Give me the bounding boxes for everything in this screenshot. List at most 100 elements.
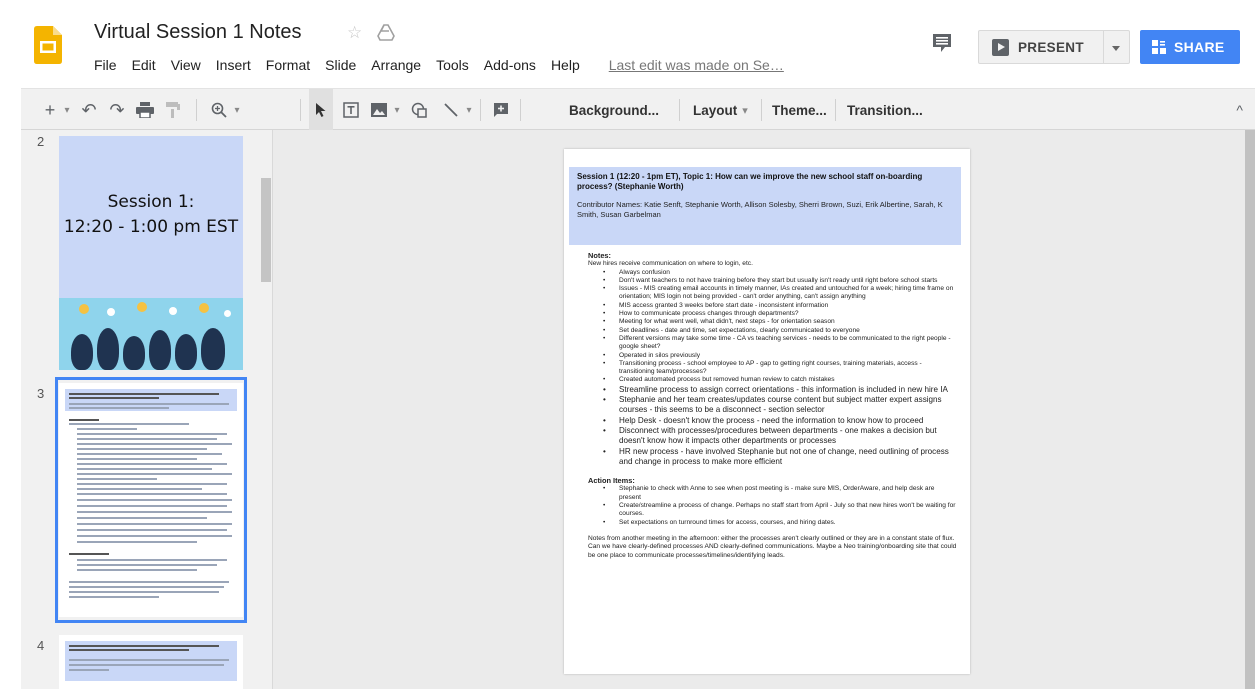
thumbnail-header-block [65,641,237,681]
thumbnail-title-line2: 12:20 - 1:00 pm EST [63,217,239,237]
zoom-caret-icon[interactable]: ▾ [231,89,243,131]
slide-title: Session 1 (12:20 - 1pm ET), Topic 1: How… [577,172,923,191]
toolbar-divider [761,99,762,121]
comments-icon[interactable] [931,32,953,54]
list-item: Streamline process to assign correct ori… [599,385,958,396]
slide-canvas: Session 1 (12:20 - 1pm ET), Topic 1: How… [273,130,1246,689]
text-box-icon[interactable] [339,89,363,131]
list-item: Created automated process but removed hu… [599,376,958,385]
thumbnail-title: Session 1: 12:20 - 1:00 pm EST [59,190,243,240]
toolbar-divider [196,99,197,121]
slide-body: Notes: New hires receive communication o… [588,251,958,560]
present-button[interactable]: PRESENT [978,30,1104,64]
list-item: How to communicate process changes throu… [599,310,958,319]
list-item: Set deadlines - date and time, set expec… [599,327,958,336]
slides-logo-icon[interactable] [34,26,62,64]
people-illustration [59,298,243,370]
menu-help[interactable]: Help [551,57,580,73]
share-label: SHARE [1174,39,1225,55]
toolbar-divider [480,99,481,121]
line-icon[interactable] [439,89,463,131]
theme-button[interactable]: Theme... [772,89,827,131]
toolbar: + ▾ ↶ ↷ ▾ ▾ ▾ Background... Layout ▾ Them… [21,88,1255,131]
canvas-scrollbar[interactable] [1245,130,1255,689]
new-slide-layout-caret-icon[interactable]: ▾ [61,89,73,131]
slide-number: 2 [37,134,45,149]
menu-slide[interactable]: Slide [325,57,356,73]
list-item: Set expectations on turnround times for … [599,519,958,528]
move-to-folder-icon[interactable] [377,24,395,42]
menu-insert[interactable]: Insert [216,57,251,73]
transition-button[interactable]: Transition... [847,89,923,131]
zoom-icon[interactable] [207,89,231,131]
list-item: Always confusion [599,269,958,278]
present-label: PRESENT [1018,39,1084,55]
thumbnail-title-line1: Session 1: [107,192,195,212]
toolbar-divider [835,99,836,121]
action-items-heading: Action Items: [588,476,635,486]
slide-number: 3 [37,386,45,401]
select-tool-icon[interactable] [309,89,333,131]
line-caret-icon[interactable]: ▾ [463,89,475,131]
document-title[interactable]: Virtual Session 1 Notes [94,21,302,44]
toolbar-divider [520,99,521,121]
menu-view[interactable]: View [171,57,201,73]
slide-filmstrip: 2 Session 1: 12:20 - 1:00 pm EST 3 4 [21,130,273,689]
list-item: Create/streamline a process of change. P… [599,502,958,519]
insert-comment-icon[interactable] [489,89,513,131]
list-item: Don't want teachers to not have training… [599,277,958,286]
star-icon[interactable]: ☆ [347,23,362,43]
image-caret-icon[interactable]: ▾ [391,89,403,131]
list-item: Help Desk - doesn't know the process - n… [599,416,958,427]
present-icon [992,38,1009,56]
menu-tools[interactable]: Tools [436,57,469,73]
list-item: MIS access granted 3 weeks before start … [599,302,958,311]
new-slide-icon[interactable]: + [39,89,61,131]
list-item: Different versions may take some time - … [599,335,958,352]
slide-header-box: Session 1 (12:20 - 1pm ET), Topic 1: How… [569,167,961,245]
notes-heading: Notes: [588,251,611,260]
list-item: Transitioning process - school employee … [599,360,958,377]
layout-label: Layout [693,102,738,118]
last-edit-link[interactable]: Last edit was made on Se… [609,57,784,73]
list-item: Stephanie and her team creates/updates c… [599,395,958,416]
menu-edit[interactable]: Edit [132,57,156,73]
paint-format-icon[interactable] [161,89,185,131]
slide-thumbnail-4[interactable] [59,635,243,689]
slide-thumbnail-2[interactable]: Session 1: 12:20 - 1:00 pm EST [59,136,243,370]
toolbar-divider [679,99,680,121]
image-icon[interactable] [367,89,391,131]
background-button[interactable]: Background... [569,89,659,131]
filmstrip-scrollbar[interactable] [261,178,271,282]
present-options-dropdown[interactable] [1104,30,1130,64]
menu-format[interactable]: Format [266,57,310,73]
menu-file[interactable]: File [94,57,117,73]
list-item: Stephanie to check with Anne to see when… [599,485,958,502]
slide-number: 4 [37,638,45,653]
share-button[interactable]: SHARE [1140,30,1240,64]
layout-caret-icon: ▾ [742,104,748,117]
action-items-list: Stephanie to check with Anne to see when… [588,485,958,528]
list-item: HR new process - have involved Stephanie… [599,447,958,468]
slide-page[interactable]: Session 1 (12:20 - 1pm ET), Topic 1: How… [564,149,970,674]
collapse-toolbar-icon[interactable]: ^ [1236,89,1243,131]
list-item: Issues - MIS creating email accounts in … [599,285,958,302]
list-item: Operated in silos previously [599,352,958,361]
app-header: Virtual Session 1 Notes ☆ File Edit View… [0,0,1255,88]
redo-icon[interactable]: ↷ [105,89,129,131]
undo-icon[interactable]: ↶ [77,89,101,131]
menu-arrange[interactable]: Arrange [371,57,421,73]
menu-add-ons[interactable]: Add-ons [484,57,536,73]
shape-icon[interactable] [407,89,431,131]
menu-bar: File Edit View Insert Format Slide Arran… [94,55,784,75]
notes-list: Always confusion Don't want teachers to … [588,269,958,468]
slide-thumbnail-3[interactable] [59,383,243,617]
toolbar-divider [300,99,301,121]
layout-button[interactable]: Layout ▾ [693,89,748,131]
print-icon[interactable] [133,89,157,131]
list-item: Meeting for what went well, what didn't,… [599,318,958,327]
notes-intro: New hires receive communication on where… [588,260,753,268]
list-item: Disconnect with processes/procedures bet… [599,426,958,447]
contributor-names: Contributor Names: Katie Senft, Stephani… [577,200,943,219]
share-people-icon [1152,40,1166,54]
